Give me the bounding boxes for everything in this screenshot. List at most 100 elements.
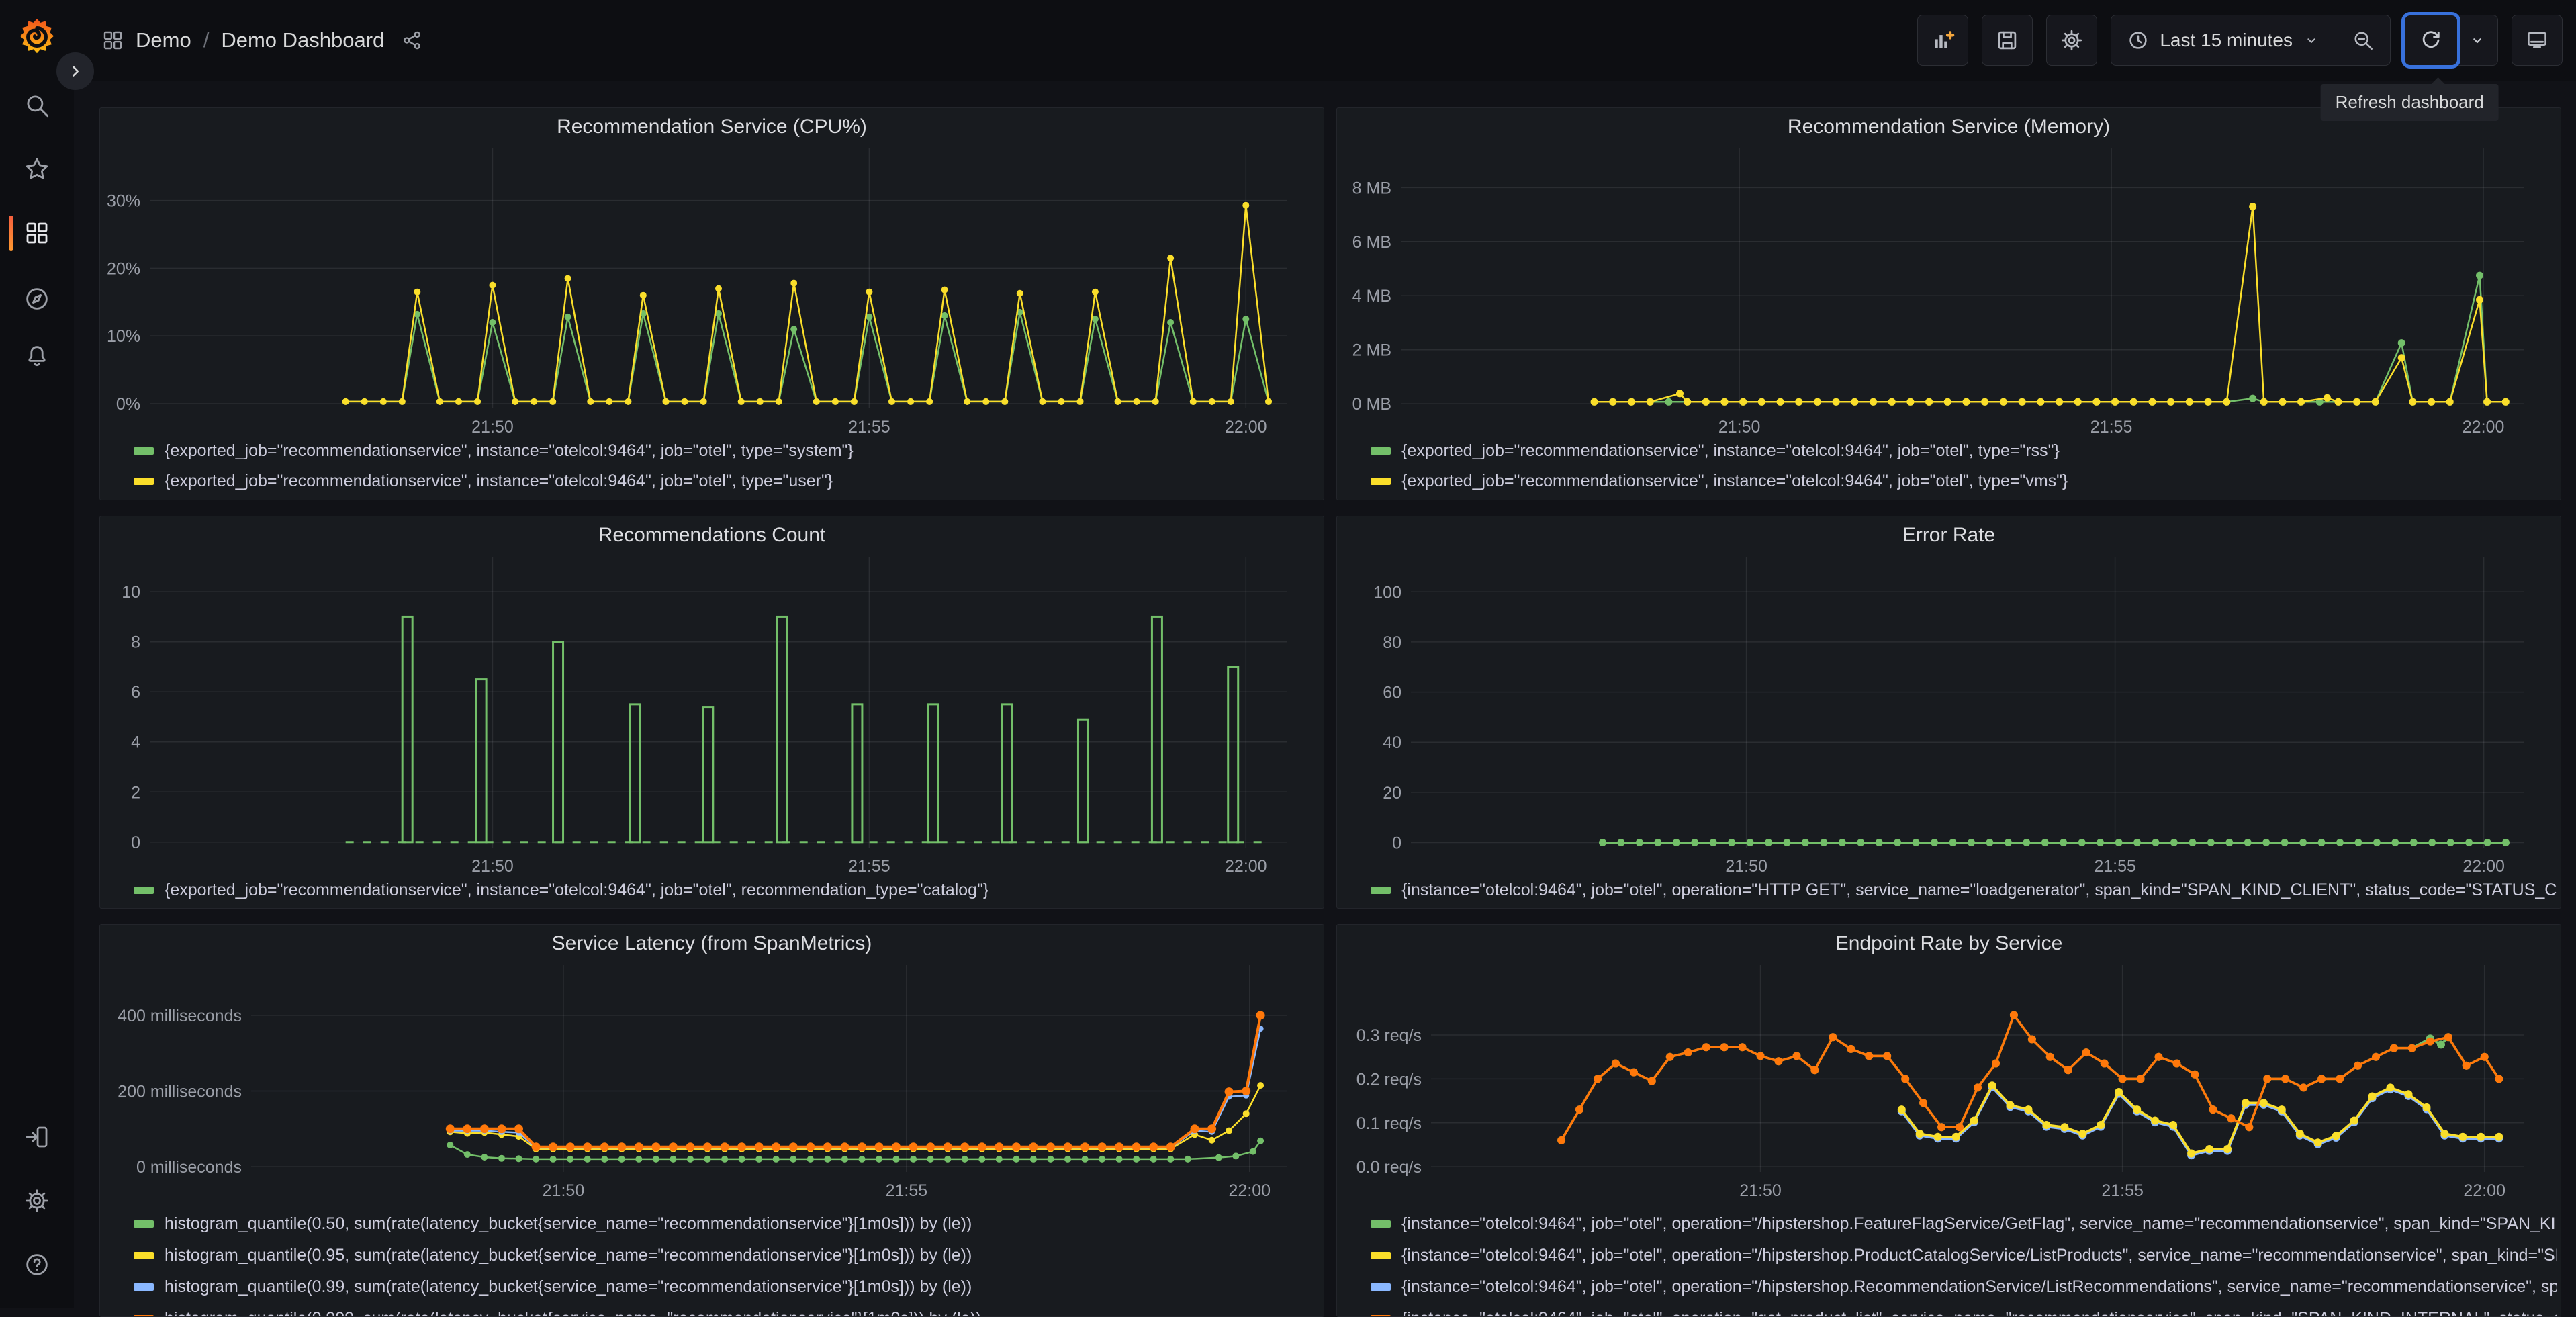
y-tick-label: 30% xyxy=(107,192,140,211)
breadcrumb-section[interactable]: Demo xyxy=(136,28,191,52)
y-tick-label: 6 xyxy=(131,683,140,702)
panel-title[interactable]: Recommendation Service (CPU%) xyxy=(100,108,1324,146)
legend-label: histogram_quantile(0.50, sum(rate(latenc… xyxy=(165,1214,972,1233)
legend-item[interactable]: {exported_job="recommendationservice", i… xyxy=(1371,466,2557,496)
y-tick-label: 20% xyxy=(107,259,140,278)
legend-label: {instance="otelcol:9464", job="otel", op… xyxy=(1401,1309,2557,1316)
zoom-out-time-button[interactable] xyxy=(2336,15,2390,65)
share-icon[interactable] xyxy=(400,28,424,52)
expand-sidebar-button[interactable] xyxy=(56,52,94,90)
compass-icon xyxy=(26,288,48,310)
legend-label: {exported_job="recommendationservice", i… xyxy=(165,471,833,490)
x-tick-label: 21:55 xyxy=(2094,857,2136,876)
panel-title[interactable]: Recommendations Count xyxy=(100,516,1324,554)
legend: {instance="otelcol:9464", job="otel", op… xyxy=(1371,875,2557,905)
legend-label: {instance="otelcol:9464", job="otel", op… xyxy=(1401,1214,2557,1233)
panel-title[interactable]: Service Latency (from SpanMetrics) xyxy=(100,925,1324,962)
add-panel-button[interactable] xyxy=(1917,15,1969,66)
y-tick-label: 8 MB xyxy=(1352,179,1391,197)
panel-title[interactable]: Endpoint Rate by Service xyxy=(1337,925,2561,962)
star-icon xyxy=(26,158,48,179)
x-tick-label: 21:55 xyxy=(848,418,890,437)
bar xyxy=(401,615,414,844)
legend: {exported_job="recommendationservice", i… xyxy=(134,875,1320,905)
legend-swatch xyxy=(1371,1283,1391,1291)
legend-swatch xyxy=(1371,886,1391,894)
cycle-view-mode-button[interactable] xyxy=(2512,15,2563,66)
legend-item[interactable]: {instance="otelcol:9464", job="otel", op… xyxy=(1371,1240,2557,1271)
legend-swatch xyxy=(1371,1220,1391,1228)
y-tick-label: 2 xyxy=(131,783,140,802)
bar xyxy=(776,615,788,844)
legend-item[interactable]: {exported_job="recommendationservice", i… xyxy=(134,466,1320,496)
legend-label: histogram_quantile(0.99, sum(rate(latenc… xyxy=(165,1277,972,1296)
legend-item[interactable]: histogram_quantile(0.999, sum(rate(laten… xyxy=(134,1303,1320,1316)
save-dashboard-button[interactable] xyxy=(1982,15,2033,66)
bar xyxy=(1001,703,1013,844)
sidebar-item-sign-in[interactable] xyxy=(0,1113,74,1161)
legend-label: histogram_quantile(0.999, sum(rate(laten… xyxy=(165,1309,981,1316)
chart-plot[interactable]: 100 80 60 40 20 0 21:50 21:55 22:00 xyxy=(1337,516,2561,909)
refresh-icon xyxy=(2422,31,2440,48)
x-tick-label: 21:50 xyxy=(543,1181,585,1200)
x-tick-label: 21:55 xyxy=(2090,418,2133,437)
sidebar-item-help[interactable] xyxy=(0,1240,74,1289)
sidebar-item-explore[interactable] xyxy=(0,275,74,323)
legend: {exported_job="recommendationservice", i… xyxy=(134,436,1320,496)
grafana-logo[interactable] xyxy=(15,15,59,59)
header: Demo / Demo Dashboard Last 15 minutes Re… xyxy=(74,0,2576,121)
panel-recommendation-service-cpu: 30% 20% 10% 0% 21:50 21:55 22:00 Recommendation… xyxy=(99,107,1324,500)
save-icon xyxy=(1998,31,2017,50)
dashboards-icon xyxy=(26,222,48,244)
chevron-right-icon xyxy=(72,66,79,77)
dashboard-settings-button[interactable] xyxy=(2046,15,2098,66)
y-tick-label: 4 MB xyxy=(1352,287,1391,306)
legend: {exported_job="recommendationservice", i… xyxy=(1371,436,2557,496)
legend-swatch xyxy=(134,1220,154,1228)
sidebar-item-search[interactable] xyxy=(0,81,74,130)
x-tick-label: 21:50 xyxy=(1739,1181,1782,1200)
time-range-picker[interactable]: Last 15 minutes xyxy=(2111,15,2336,65)
y-tick-label: 0.2 req/s xyxy=(1356,1070,1422,1089)
legend-item[interactable]: {instance="otelcol:9464", job="otel", op… xyxy=(1371,1208,2557,1240)
bar xyxy=(1076,718,1089,844)
y-tick-label: 10% xyxy=(107,327,140,346)
chevron-down-icon xyxy=(2307,38,2315,43)
legend-item[interactable]: histogram_quantile(0.50, sum(rate(latenc… xyxy=(134,1208,1320,1240)
time-range-label: Last 15 minutes xyxy=(2160,30,2293,50)
sidebar-item-alerting[interactable] xyxy=(0,332,74,380)
y-tick-label: 2 MB xyxy=(1352,341,1391,360)
panel-recommendations-count: 10 8 6 4 2 0 21:50 21:55 22:00 Recommendations Co… xyxy=(99,516,1324,909)
monitor-icon xyxy=(2527,32,2547,48)
legend-item[interactable]: {exported_job="recommendationservice", i… xyxy=(1371,436,2557,466)
legend-item[interactable]: histogram_quantile(0.99, sum(rate(latenc… xyxy=(134,1271,1320,1303)
chart-plot[interactable]: 10 8 6 4 2 0 21:50 21:55 22:00 xyxy=(100,516,1324,909)
x-tick-label: 22:00 xyxy=(2463,857,2505,876)
legend-item[interactable]: {exported_job="recommendationservice", i… xyxy=(134,875,1320,905)
legend: histogram_quantile(0.50, sum(rate(latenc… xyxy=(134,1208,1320,1316)
y-tick-label: 100 xyxy=(1373,583,1401,602)
refresh-interval-dropdown[interactable] xyxy=(2457,15,2497,65)
legend-item[interactable]: {exported_job="recommendationservice", i… xyxy=(134,436,1320,466)
legend: {instance="otelcol:9464", job="otel", op… xyxy=(1371,1208,2557,1316)
legend-item[interactable]: {instance="otelcol:9464", job="otel", op… xyxy=(1371,1271,2557,1303)
breadcrumb-page[interactable]: Demo Dashboard xyxy=(221,28,384,52)
legend-item[interactable]: {instance="otelcol:9464", job="otel", op… xyxy=(1371,1303,2557,1316)
sidebar-item-dashboards[interactable] xyxy=(0,209,74,257)
toolbar: Last 15 minutes Refresh dashboard xyxy=(1917,15,2563,121)
legend-swatch xyxy=(1371,478,1391,485)
legend-item[interactable]: {instance="otelcol:9464", job="otel", op… xyxy=(1371,875,2557,905)
y-tick-label: 6 MB xyxy=(1352,233,1391,252)
panel-recommendation-service-memory: 8 MB 6 MB 4 MB 2 MB 0 MB 21:50 21:55 22:00 Recom… xyxy=(1336,107,2561,500)
panel-title[interactable]: Error Rate xyxy=(1337,516,2561,554)
x-tick-label: 21:55 xyxy=(886,1181,928,1200)
y-tick-label: 4 xyxy=(131,733,140,752)
chevron-down-icon xyxy=(2473,38,2481,44)
sidebar-item-configuration[interactable] xyxy=(0,1177,74,1225)
y-tick-label: 8 xyxy=(131,633,140,652)
legend-item[interactable]: histogram_quantile(0.95, sum(rate(latenc… xyxy=(134,1240,1320,1271)
refresh-dashboard-button[interactable]: Refresh dashboard xyxy=(2320,15,2499,121)
panel-endpoint-rate-by-service: 0.3 req/s 0.2 req/s 0.1 req/s 0.0 req/s 21:5… xyxy=(1336,924,2561,1317)
legend-label: {exported_job="recommendationservice", i… xyxy=(1401,471,2068,490)
sidebar-item-starred[interactable] xyxy=(0,145,74,193)
